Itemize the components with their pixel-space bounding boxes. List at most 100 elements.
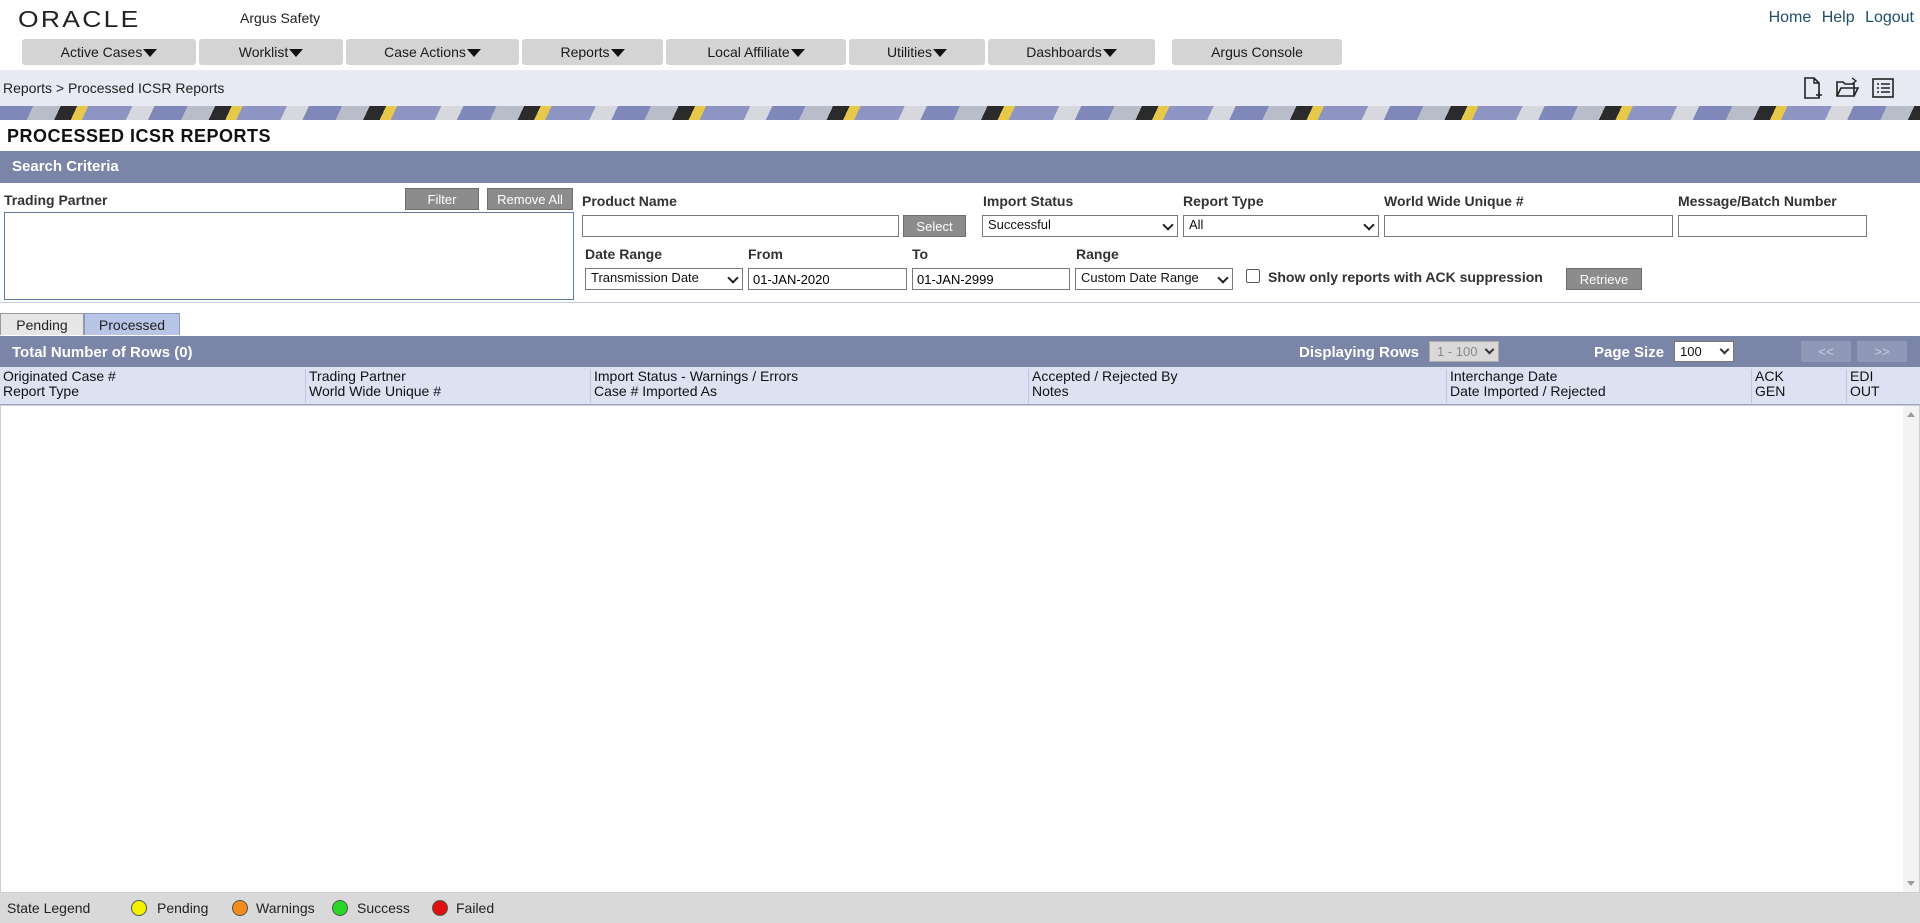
- new-document-icon[interactable]: [1799, 76, 1825, 100]
- import-status-select[interactable]: Successful: [982, 215, 1178, 237]
- nav-label: Active Cases: [60, 44, 143, 60]
- search-criteria-header: Search Criteria: [0, 151, 1920, 183]
- range-value: Custom Date Range: [1081, 270, 1199, 285]
- table-header: Originated Case # Report Type Trading Par…: [0, 367, 1920, 405]
- col-line-2: World Wide Unique #: [309, 383, 442, 399]
- col-edi-out[interactable]: EDI OUT: [1846, 369, 1920, 403]
- caret-down-icon: [466, 49, 481, 58]
- to-date-input[interactable]: [912, 268, 1070, 290]
- nav-label: Reports: [560, 44, 610, 60]
- col-line-1: Import Status - Warnings / Errors: [594, 368, 799, 384]
- nav-reports[interactable]: Reports: [522, 39, 663, 65]
- caret-down-icon: [1102, 49, 1117, 58]
- tab-processed[interactable]: Processed: [84, 313, 180, 335]
- report-type-label: Report Type: [1183, 193, 1264, 209]
- product-name-label: Product Name: [582, 193, 677, 209]
- scroll-down-icon[interactable]: [1907, 881, 1915, 886]
- nav-dashboards[interactable]: Dashboards: [988, 39, 1155, 65]
- col-line-1: Accepted / Rejected By: [1032, 368, 1178, 384]
- scroll-up-icon[interactable]: [1907, 412, 1915, 417]
- nav-active-cases[interactable]: Active Cases: [22, 39, 196, 65]
- import-status-value: Successful: [988, 217, 1051, 232]
- chevron-down-icon: [1719, 344, 1730, 355]
- displaying-rows-label: Displaying Rows: [1299, 344, 1420, 361]
- to-label: To: [912, 246, 929, 262]
- range-select[interactable]: Custom Date Range: [1075, 268, 1233, 290]
- col-line-2: Report Type: [3, 383, 80, 399]
- page-title: PROCESSED ICSR REPORTS: [7, 126, 272, 146]
- help-link[interactable]: Help: [1822, 9, 1855, 26]
- caret-down-icon: [289, 49, 304, 58]
- nav-label: Dashboards: [1026, 44, 1102, 60]
- nav-case-actions[interactable]: Case Actions: [346, 39, 519, 65]
- wwuid-input[interactable]: [1384, 215, 1673, 237]
- col-line-1: Interchange Date: [1450, 368, 1558, 384]
- batch-number-label: Message/Batch Number: [1678, 193, 1837, 209]
- col-import-status[interactable]: Import Status - Warnings / Errors Case # …: [590, 369, 1028, 403]
- date-range-value: Transmission Date: [591, 270, 699, 285]
- results-grid: [0, 405, 1920, 893]
- import-status-label: Import Status: [983, 193, 1074, 209]
- trading-partner-list[interactable]: [4, 212, 574, 300]
- tab-pending[interactable]: Pending: [0, 313, 84, 335]
- breadcrumb: Reports > Processed ICSR Reports: [3, 80, 225, 96]
- col-interchange-date[interactable]: Interchange Date Date Imported / Rejected: [1446, 369, 1751, 403]
- retrieve-button[interactable]: Retrieve: [1566, 268, 1642, 290]
- from-date-input[interactable]: [748, 268, 907, 290]
- col-line-1: ACK: [1755, 368, 1784, 384]
- col-line-2: OUT: [1850, 383, 1880, 399]
- caret-down-icon: [610, 49, 625, 58]
- nav-utilities[interactable]: Utilities: [849, 39, 985, 65]
- list-icon[interactable]: [1870, 76, 1896, 100]
- vertical-scrollbar[interactable]: [1903, 406, 1919, 892]
- decorative-banner: [0, 106, 1920, 120]
- report-type-select[interactable]: All: [1183, 215, 1379, 237]
- wwuid-label: World Wide Unique #: [1384, 193, 1524, 209]
- ack-suppression-checkbox[interactable]: [1246, 269, 1260, 283]
- batch-number-input[interactable]: [1678, 215, 1867, 237]
- col-line-1: Trading Partner: [309, 368, 406, 384]
- col-originated-case[interactable]: Originated Case # Report Type: [0, 369, 305, 403]
- nav-argus-console[interactable]: Argus Console: [1172, 39, 1342, 65]
- legend-pending-label: Pending: [157, 900, 209, 916]
- results-header: Total Number of Rows (0) Displaying Rows…: [0, 336, 1920, 367]
- col-line-2: Notes: [1032, 383, 1069, 399]
- trading-partner-label: Trading Partner: [4, 192, 108, 208]
- caret-down-icon: [143, 49, 158, 58]
- top-header: ORACLE Argus Safety Home Help Logout Act…: [0, 0, 1920, 70]
- app-name: Argus Safety: [240, 10, 321, 26]
- date-range-select[interactable]: Transmission Date: [585, 268, 743, 290]
- product-name-input[interactable]: [582, 215, 899, 237]
- range-label: Range: [1076, 246, 1119, 262]
- displaying-rows-select[interactable]: 1 - 100: [1429, 341, 1499, 362]
- caret-down-icon: [790, 49, 805, 58]
- state-legend-title: State Legend: [7, 900, 91, 916]
- home-link[interactable]: Home: [1769, 9, 1812, 26]
- filter-button[interactable]: Filter: [405, 188, 479, 210]
- nav-label: Case Actions: [384, 44, 466, 60]
- caret-down-icon: [933, 49, 948, 58]
- col-line-1: Originated Case #: [3, 368, 116, 384]
- legend-failed-label: Failed: [456, 900, 495, 916]
- next-page-button[interactable]: >>: [1857, 341, 1907, 362]
- breadcrumb-bar: Reports > Processed ICSR Reports: [0, 70, 1920, 106]
- select-product-button[interactable]: Select: [903, 215, 966, 237]
- warnings-status-icon: [232, 900, 248, 916]
- legend-warnings-label: Warnings: [256, 900, 315, 916]
- page-size-select[interactable]: 100: [1674, 341, 1734, 362]
- nav-worklist[interactable]: Worklist: [199, 39, 343, 65]
- displaying-rows-value: 1 - 100: [1437, 344, 1478, 359]
- remove-all-button[interactable]: Remove All: [487, 188, 573, 210]
- col-trading-partner[interactable]: Trading Partner World Wide Unique #: [305, 369, 590, 403]
- col-ack-gen[interactable]: ACK GEN: [1751, 369, 1846, 403]
- previous-page-button[interactable]: <<: [1801, 341, 1851, 362]
- date-range-label: Date Range: [585, 246, 663, 262]
- total-rows-label: Total Number of Rows (0): [12, 344, 193, 361]
- logout-link[interactable]: Logout: [1865, 9, 1914, 26]
- nav-label: Argus Console: [1211, 44, 1303, 60]
- nav-local-affiliate[interactable]: Local Affiliate: [666, 39, 846, 65]
- nav-label: Local Affiliate: [707, 44, 790, 60]
- col-line-1: EDI: [1850, 368, 1874, 384]
- col-accepted-rejected[interactable]: Accepted / Rejected By Notes: [1028, 369, 1446, 403]
- open-folder-icon[interactable]: [1834, 76, 1860, 100]
